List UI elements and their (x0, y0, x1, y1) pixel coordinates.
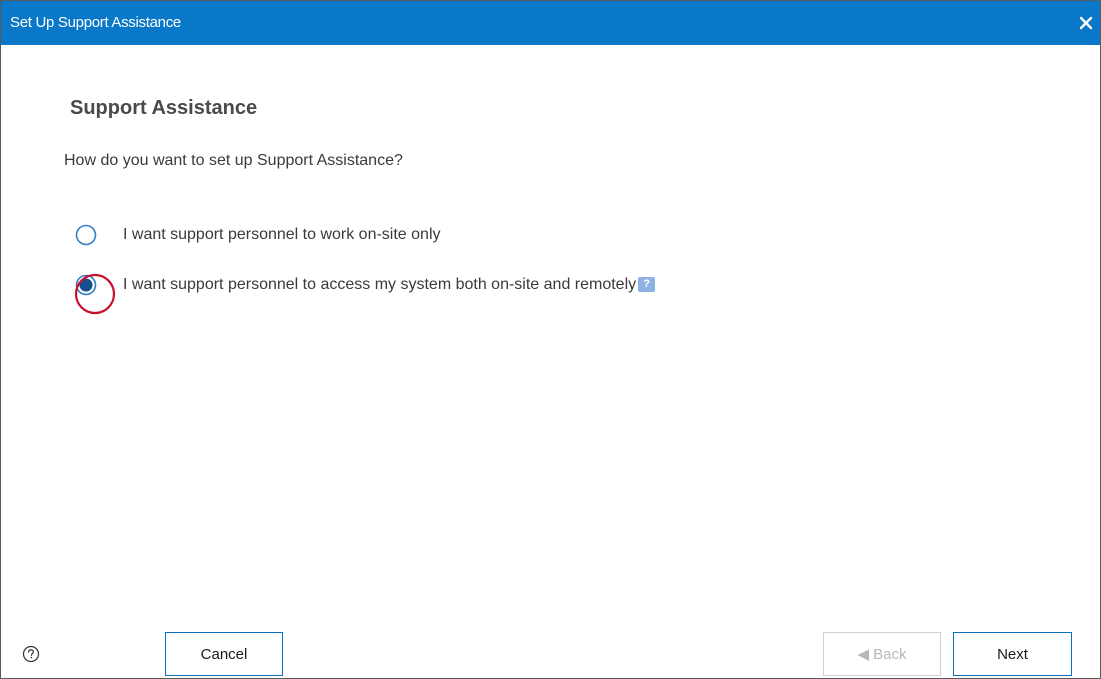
setup-support-dialog: Set Up Support Assistance Support Assist… (0, 0, 1101, 679)
help-badge-icon[interactable]: ? (638, 277, 656, 293)
option-onsite-and-remote[interactable]: I want support personnel to access my sy… (74, 272, 656, 315)
radio-onsite-and-remote[interactable] (74, 273, 116, 315)
next-button[interactable]: Next (953, 632, 1072, 676)
page-title: Support Assistance (70, 97, 258, 119)
option-label: I want support personnel to work on-site… (123, 226, 441, 243)
back-button[interactable]: ◀ Back (823, 632, 941, 676)
close-icon[interactable] (1076, 13, 1096, 33)
option-label-text: I want support personnel to access my sy… (123, 276, 637, 293)
dialog-title: Set Up Support Assistance (10, 14, 181, 31)
radio-onsite-only[interactable] (74, 223, 98, 247)
dialog-titlebar: Set Up Support Assistance (1, 1, 1100, 45)
option-onsite-only[interactable]: I want support personnel to work on-site… (74, 222, 441, 248)
question-circle-icon[interactable] (22, 645, 40, 663)
setup-question: How do you want to set up Support Assist… (64, 152, 403, 169)
cancel-button[interactable]: Cancel (165, 632, 283, 676)
option-label: I want support personnel to access my sy… (123, 276, 656, 294)
